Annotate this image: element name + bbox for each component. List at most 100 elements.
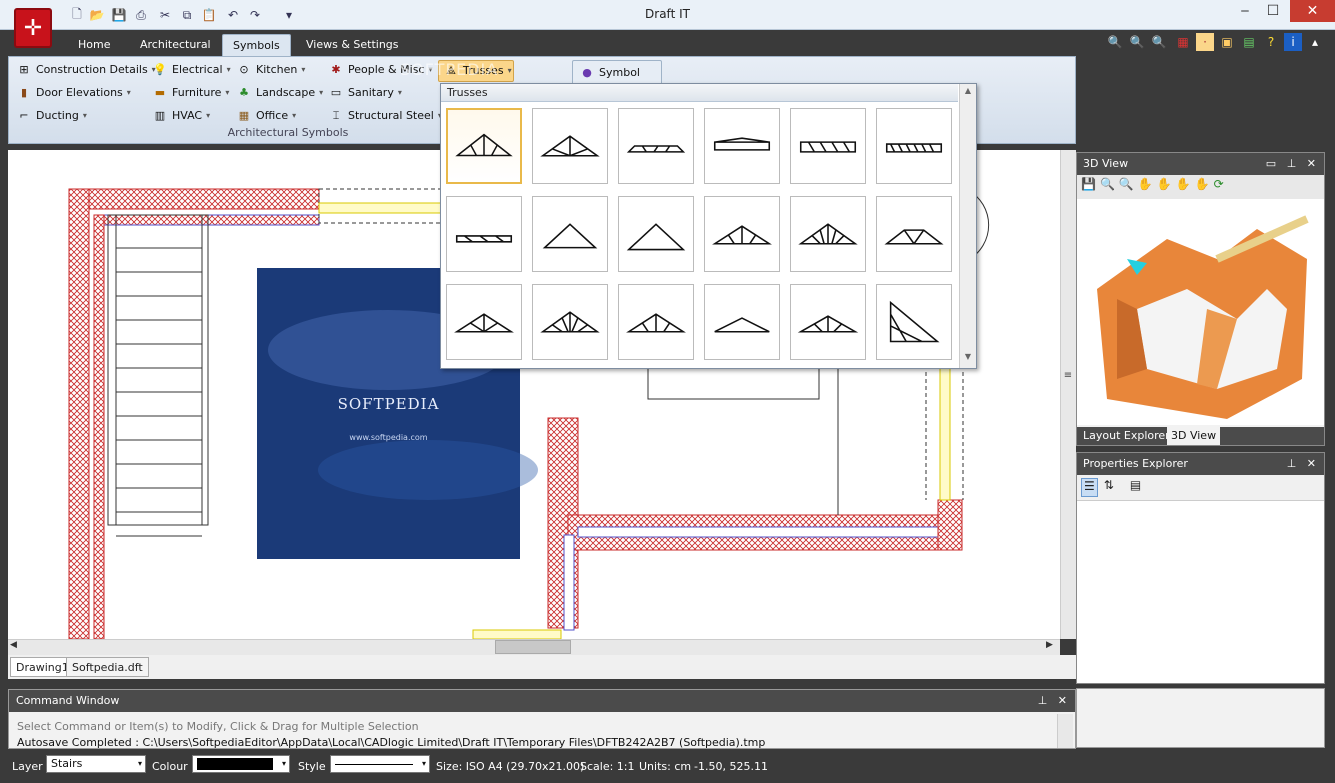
- electrical-button[interactable]: 💡 Electrical ▾: [152, 60, 230, 80]
- rotate-up-icon[interactable]: ✋: [1157, 177, 1172, 197]
- truss-thumbnail[interactable]: [876, 196, 952, 272]
- help-icon[interactable]: ?: [1262, 33, 1280, 51]
- tab-softpedia-dft[interactable]: Softpedia.dft: [66, 657, 149, 677]
- zoom-out-icon[interactable]: 🔍: [1119, 177, 1134, 197]
- office-button[interactable]: ▦ Office ▾: [236, 106, 323, 126]
- truss-thumbnail[interactable]: [532, 284, 608, 360]
- zoom-out-icon[interactable]: 🔍: [1128, 33, 1146, 51]
- hvac-icon: ▥: [154, 109, 166, 122]
- rotate-right-icon[interactable]: ✋: [1195, 177, 1210, 197]
- horizontal-scroll-thumb[interactable]: [495, 640, 571, 654]
- maximize-button[interactable]: ☐: [1258, 0, 1288, 22]
- truss-thumbnail[interactable]: [446, 284, 522, 360]
- label: 3D View: [1083, 157, 1129, 170]
- scroll-left-icon[interactable]: ◀: [10, 640, 17, 650]
- refresh-icon[interactable]: ⟳: [1214, 177, 1224, 197]
- scroll-up-icon[interactable]: ▲: [960, 86, 976, 95]
- hvac-button[interactable]: ▥ HVAC ▾: [152, 106, 231, 126]
- truss-thumbnail[interactable]: [618, 284, 694, 360]
- tab-3d-view[interactable]: 3D View: [1167, 427, 1221, 445]
- tab-home[interactable]: Home: [68, 34, 120, 56]
- layer-select[interactable]: Stairs ▾: [46, 755, 146, 773]
- pane-controls: ⊥ ✕: [1038, 690, 1067, 712]
- ducting-button[interactable]: ⌐ Ducting ▾: [16, 106, 156, 126]
- label: Command Window: [16, 694, 120, 707]
- sanitary-button[interactable]: ▭ Sanitary ▾: [328, 83, 442, 103]
- i-beam-icon: ⌶: [332, 109, 340, 122]
- chevron-down-icon: ▾: [421, 759, 426, 768]
- construction-details-button[interactable]: ⊞ Construction Details ▾: [16, 60, 155, 80]
- style-select[interactable]: ▾: [330, 755, 430, 773]
- zoom-in-icon[interactable]: 🔍: [1100, 177, 1115, 197]
- pane-close-icon[interactable]: ✕: [1058, 694, 1067, 707]
- truss-thumbnail[interactable]: [790, 108, 866, 184]
- watermark: SOFTPEDIA: [400, 60, 499, 79]
- truss-thumbnail[interactable]: [532, 108, 608, 184]
- truss-icon: [540, 311, 600, 333]
- pane-close-icon[interactable]: ✕: [1307, 457, 1316, 470]
- snap-icon[interactable]: ·: [1196, 33, 1214, 51]
- rotate-left-icon[interactable]: ✋: [1138, 177, 1153, 197]
- truss-thumbnail[interactable]: [446, 196, 522, 272]
- truss-thumbnail[interactable]: [618, 196, 694, 272]
- truss-thumbnail[interactable]: [704, 196, 780, 272]
- tab-layout-explorer[interactable]: Layout Explorer: [1083, 429, 1170, 442]
- truss-thumbnail[interactable]: [790, 196, 866, 272]
- truss-thumbnail[interactable]: [876, 284, 952, 360]
- pin-icon[interactable]: ⊥: [1038, 694, 1048, 707]
- colour-select[interactable]: ▾: [192, 755, 290, 773]
- pane-minimize-icon[interactable]: ▭: [1266, 157, 1276, 170]
- truss-thumbnail[interactable]: [704, 108, 780, 184]
- property-pages-icon[interactable]: ▤: [1130, 478, 1141, 497]
- close-button[interactable]: ✕: [1290, 0, 1335, 22]
- 3d-model-view[interactable]: [1077, 199, 1324, 425]
- command-hint: Select Command or Item(s) to Modify, Cli…: [17, 720, 419, 733]
- label: Sanitary: [348, 86, 394, 99]
- truss-thumbnail[interactable]: [446, 108, 522, 184]
- landscape-button[interactable]: ♣ Landscape ▾: [236, 83, 323, 103]
- tab-architectural[interactable]: Architectural: [130, 34, 221, 56]
- truss-thumbnail[interactable]: [790, 284, 866, 360]
- categorized-icon[interactable]: ☰: [1081, 478, 1098, 497]
- save-icon[interactable]: 💾: [1081, 177, 1096, 197]
- door-elevations-button[interactable]: ▮ Door Elevations ▾: [16, 83, 156, 103]
- info-icon[interactable]: i: [1284, 33, 1302, 51]
- scroll-grip-icon[interactable]: ≡: [1060, 369, 1076, 383]
- scroll-down-icon[interactable]: ▼: [960, 352, 976, 361]
- truss-thumbnail[interactable]: [876, 108, 952, 184]
- tab-symbols[interactable]: Symbols: [222, 34, 291, 56]
- ribbon-collapse-icon[interactable]: ▴: [1306, 33, 1324, 51]
- command-scrollbar[interactable]: [1057, 714, 1073, 748]
- pin-icon[interactable]: ⊥: [1287, 157, 1297, 170]
- truss-thumbnail[interactable]: [704, 284, 780, 360]
- minimize-button[interactable]: ‒: [1230, 0, 1260, 22]
- ortho-icon[interactable]: ▣: [1218, 33, 1236, 51]
- kitchen-button[interactable]: ⊙ Kitchen ▾: [236, 60, 323, 80]
- pin-icon[interactable]: ⊥: [1287, 457, 1297, 470]
- export-icon[interactable]: ▤: [1240, 33, 1258, 51]
- zoom-in-icon[interactable]: 🔍: [1150, 33, 1168, 51]
- symbol-icon: ●: [582, 66, 592, 79]
- canvas-vertical-scrollbar[interactable]: [1060, 150, 1076, 639]
- rotate-down-icon[interactable]: ✋: [1176, 177, 1191, 197]
- desk-icon: ▦: [238, 109, 250, 122]
- furniture-button[interactable]: ▬ Furniture ▾: [152, 83, 231, 103]
- label: Symbol: [599, 66, 640, 79]
- colour-label: Colour: [152, 760, 188, 773]
- label: Ducting: [36, 109, 79, 122]
- truss-thumbnail[interactable]: [532, 196, 608, 272]
- structural-steel-button[interactable]: ⌶Structural Steel▾: [328, 106, 442, 126]
- trusses-gallery-scrollbar[interactable]: ▲ ▼: [959, 84, 976, 368]
- wall-inner-left: [93, 214, 105, 639]
- scroll-right-icon[interactable]: ▶: [1046, 640, 1053, 650]
- tab-views-settings[interactable]: Views & Settings: [296, 34, 409, 56]
- truss-thumbnail[interactable]: [618, 108, 694, 184]
- zoom-window-icon[interactable]: 🔍: [1106, 33, 1124, 51]
- sort-alpha-icon[interactable]: ⇅: [1104, 478, 1114, 497]
- bulb-icon: 💡: [153, 63, 167, 76]
- window-title: Draft IT: [645, 7, 690, 21]
- application-menu-button[interactable]: ✛: [14, 8, 52, 48]
- pane-close-icon[interactable]: ✕: [1307, 157, 1316, 170]
- wall-left: [68, 188, 90, 639]
- grid-icon[interactable]: ▦: [1174, 33, 1192, 51]
